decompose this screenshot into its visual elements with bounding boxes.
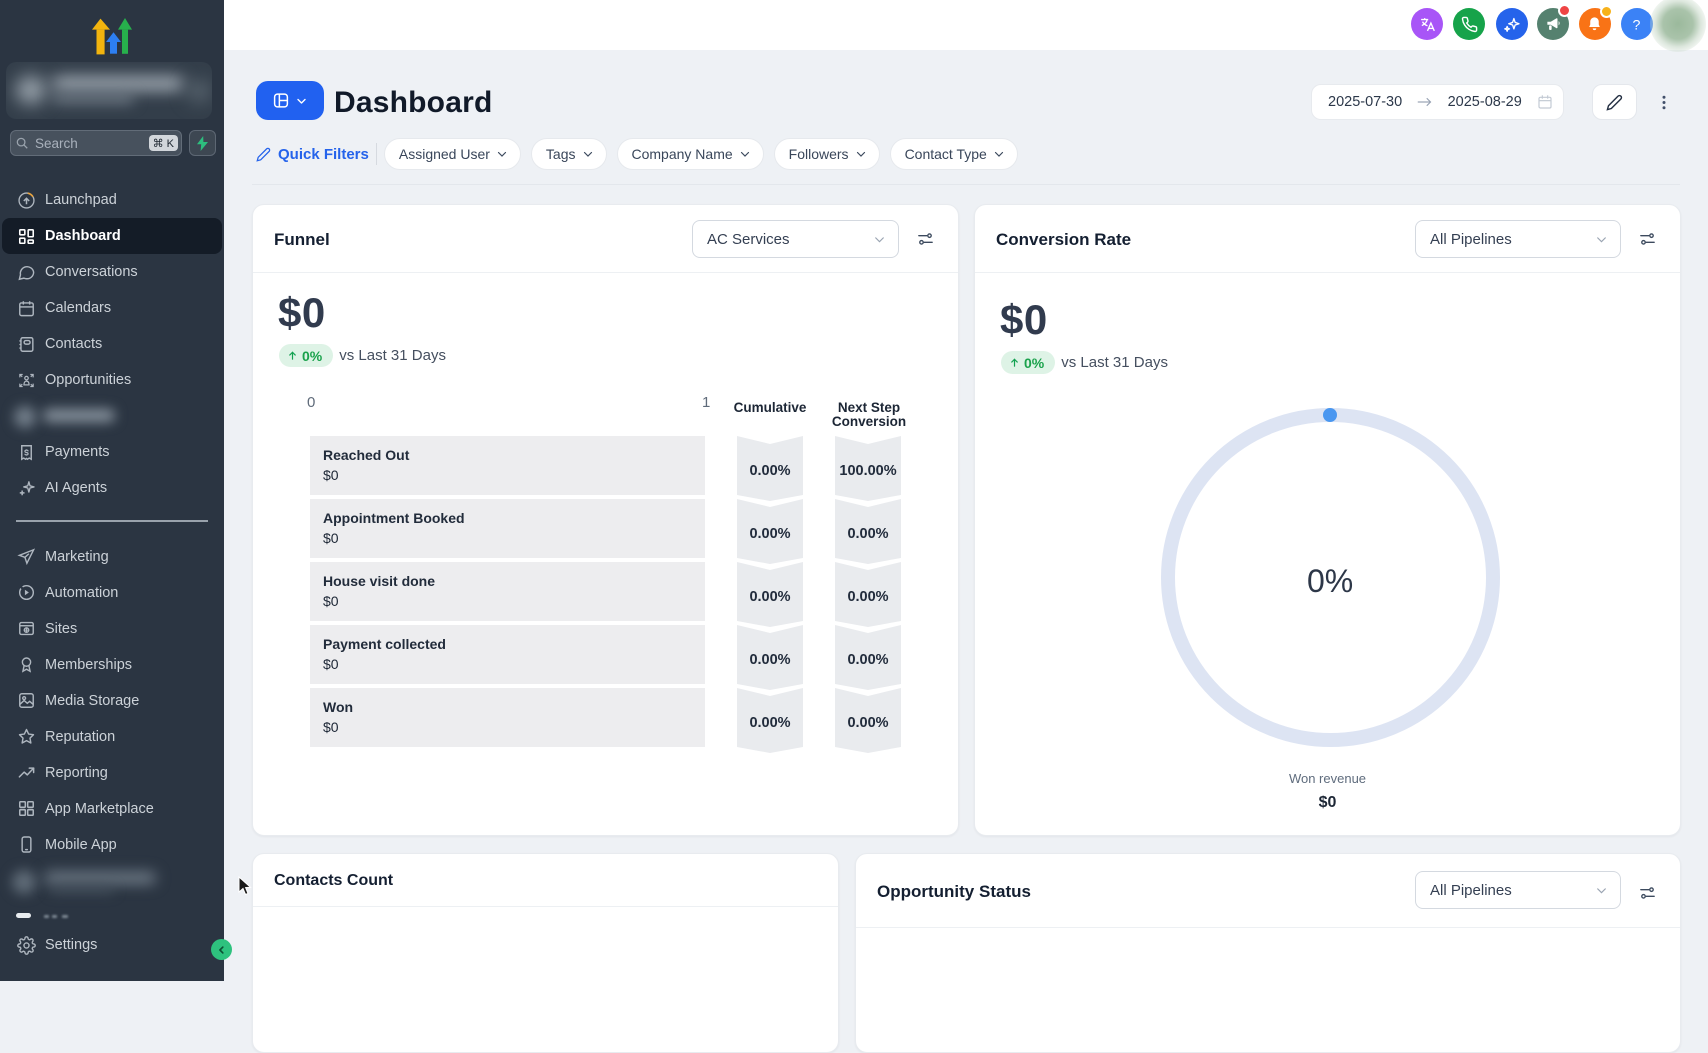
svg-text:?: ? <box>1633 17 1641 33</box>
